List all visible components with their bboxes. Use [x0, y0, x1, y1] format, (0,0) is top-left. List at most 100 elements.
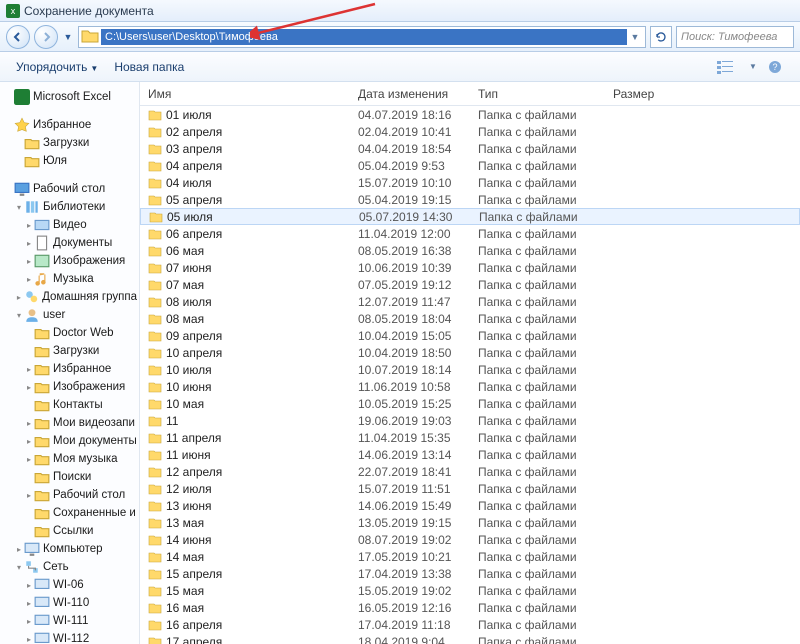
file-row[interactable]: 10 июня11.06.2019 10:58Папка с файлами: [140, 378, 800, 395]
sidebar-item-downloads2[interactable]: Загрузки: [4, 342, 137, 360]
file-row[interactable]: 16 мая16.05.2019 12:16Папка с файлами: [140, 599, 800, 616]
file-row[interactable]: 15 апреля17.04.2019 13:38Папка с файлами: [140, 565, 800, 582]
history-dropdown[interactable]: ▼: [62, 32, 74, 42]
file-row[interactable]: 14 мая17.05.2019 10:21Папка с файлами: [140, 548, 800, 565]
address-dropdown[interactable]: ▼: [627, 32, 643, 42]
column-type[interactable]: Тип: [470, 87, 605, 101]
file-type: Папка с файлами: [470, 550, 605, 564]
column-name[interactable]: Имя: [140, 87, 350, 101]
file-date: 10.05.2019 15:25: [350, 397, 470, 411]
sidebar-item-wi06[interactable]: ▸WI-06: [4, 576, 137, 594]
sidebar-item-contacts[interactable]: Контакты: [4, 396, 137, 414]
file-row[interactable]: 13 июня14.06.2019 15:49Папка с файлами: [140, 497, 800, 514]
file-row[interactable]: 10 июля10.07.2019 18:14Папка с файлами: [140, 361, 800, 378]
sidebar-item-excel[interactable]: Microsoft Excel: [4, 88, 137, 106]
file-row[interactable]: 11 июня14.06.2019 13:14Папка с файлами: [140, 446, 800, 463]
sidebar-item-saved[interactable]: Сохраненные и: [4, 504, 137, 522]
file-date: 10.04.2019 18:50: [350, 346, 470, 360]
file-name: 15 апреля: [166, 567, 222, 581]
file-row[interactable]: 08 мая08.05.2019 18:04Папка с файлами: [140, 310, 800, 327]
refresh-button[interactable]: [650, 26, 672, 48]
sidebar-item-mydocs[interactable]: ▸Мои документы: [4, 432, 137, 450]
file-date: 10.07.2019 18:14: [350, 363, 470, 377]
file-row[interactable]: 04 июля15.07.2019 10:10Папка с файлами: [140, 174, 800, 191]
sidebar-item-downloads[interactable]: Загрузки: [4, 134, 137, 152]
file-row[interactable]: 07 июня10.06.2019 10:39Папка с файлами: [140, 259, 800, 276]
new-folder-button[interactable]: Новая папка: [108, 57, 190, 77]
file-row[interactable]: 15 мая15.05.2019 19:02Папка с файлами: [140, 582, 800, 599]
column-headers[interactable]: Имя Дата изменения Тип Размер: [140, 82, 800, 106]
view-dropdown[interactable]: ▼: [742, 62, 764, 71]
file-row[interactable]: 09 апреля10.04.2019 15:05Папка с файлами: [140, 327, 800, 344]
sidebar-item-wi112[interactable]: ▸WI-112: [4, 630, 137, 644]
sidebar-item-video[interactable]: ▸Видео: [4, 216, 137, 234]
sidebar-item-mymusic[interactable]: ▸Моя музыка: [4, 450, 137, 468]
file-row[interactable]: 1119.06.2019 19:03Папка с файлами: [140, 412, 800, 429]
column-size[interactable]: Размер: [605, 87, 685, 101]
sidebar-item-myvideo[interactable]: ▸Мои видеозапи: [4, 414, 137, 432]
column-date[interactable]: Дата изменения: [350, 87, 470, 101]
file-row[interactable]: 12 апреля22.07.2019 18:41Папка с файлами: [140, 463, 800, 480]
sidebar-item-desktop[interactable]: Рабочий стол: [4, 180, 137, 198]
sidebar-item-links[interactable]: Ссылки: [4, 522, 137, 540]
sidebar-item-user[interactable]: ▾user: [4, 306, 137, 324]
sidebar-item-wi111[interactable]: ▸WI-111: [4, 612, 137, 630]
help-button[interactable]: ?: [768, 60, 790, 74]
sidebar-item-favorites[interactable]: Избранное: [4, 116, 137, 134]
file-type: Папка с файлами: [470, 618, 605, 632]
file-row[interactable]: 01 июля04.07.2019 18:16Папка с файлами: [140, 106, 800, 123]
back-button[interactable]: [6, 25, 30, 49]
file-row[interactable]: 10 мая10.05.2019 15:25Папка с файлами: [140, 395, 800, 412]
folder-icon: [148, 347, 162, 359]
file-type: Папка с файлами: [470, 261, 605, 275]
file-row[interactable]: 12 июля15.07.2019 11:51Папка с файлами: [140, 480, 800, 497]
file-row[interactable]: 05 июля05.07.2019 14:30Папка с файлами: [140, 208, 800, 225]
file-row[interactable]: 05 апреля05.04.2019 19:15Папка с файлами: [140, 191, 800, 208]
sidebar-item-documents[interactable]: ▸Документы: [4, 234, 137, 252]
file-list[interactable]: 01 июля04.07.2019 18:16Папка с файлами 02…: [140, 106, 800, 644]
file-row[interactable]: 06 мая08.05.2019 16:38Папка с файлами: [140, 242, 800, 259]
forward-button[interactable]: [34, 25, 58, 49]
file-row[interactable]: 08 июля12.07.2019 11:47Папка с файлами: [140, 293, 800, 310]
sidebar-item-network[interactable]: ▾Сеть: [4, 558, 137, 576]
file-row[interactable]: 10 апреля10.04.2019 18:50Папка с файлами: [140, 344, 800, 361]
sidebar-item-music[interactable]: ▸Музыка: [4, 270, 137, 288]
search-input[interactable]: Поиск: Тимофеева: [676, 26, 794, 48]
sidebar-item-homegroup[interactable]: ▸Домашняя группа: [4, 288, 137, 306]
organize-button[interactable]: Упорядочить▼: [10, 57, 104, 77]
sidebar-item-wi110[interactable]: ▸WI-110: [4, 594, 137, 612]
sidebar-item-desktop2[interactable]: ▸Рабочий стол: [4, 486, 137, 504]
file-date: 11.04.2019 12:00: [350, 227, 470, 241]
sidebar-item-yulia[interactable]: Юля: [4, 152, 137, 170]
file-row[interactable]: 17 апреля18.04.2019 9:04Папка с файлами: [140, 633, 800, 644]
file-row[interactable]: 14 июня08.07.2019 19:02Папка с файлами: [140, 531, 800, 548]
sidebar-item-pictures2[interactable]: ▸Изображения: [4, 378, 137, 396]
file-row[interactable]: 13 мая13.05.2019 19:15Папка с файлами: [140, 514, 800, 531]
file-date: 13.05.2019 19:15: [350, 516, 470, 530]
sidebar-tree[interactable]: Microsoft Excel Избранное Загрузки Юля Р…: [0, 82, 140, 644]
view-mode-button[interactable]: [716, 60, 738, 74]
address-path[interactable]: C:\Users\user\Desktop\Тимофеева: [101, 29, 627, 45]
sidebar-item-favorites2[interactable]: ▸Избранное: [4, 360, 137, 378]
file-row[interactable]: 04 апреля05.04.2019 9:53Папка с файлами: [140, 157, 800, 174]
file-name: 02 апреля: [166, 125, 222, 139]
sidebar-item-doctorweb[interactable]: Doctor Web: [4, 324, 137, 342]
sidebar-item-searches[interactable]: Поиски: [4, 468, 137, 486]
file-row[interactable]: 11 апреля11.04.2019 15:35Папка с файлами: [140, 429, 800, 446]
sidebar-item-computer[interactable]: ▸Компьютер: [4, 540, 137, 558]
file-date: 04.07.2019 18:16: [350, 108, 470, 122]
file-row[interactable]: 02 апреля02.04.2019 10:41Папка с файлами: [140, 123, 800, 140]
file-row[interactable]: 16 апреля17.04.2019 11:18Папка с файлами: [140, 616, 800, 633]
sidebar-item-libraries[interactable]: ▾Библиотеки: [4, 198, 137, 216]
file-date: 02.04.2019 10:41: [350, 125, 470, 139]
file-row[interactable]: 03 апреля04.04.2019 18:54Папка с файлами: [140, 140, 800, 157]
sidebar-item-pictures[interactable]: ▸Изображения: [4, 252, 137, 270]
window-title: Сохранение документа: [24, 4, 154, 18]
file-row[interactable]: 06 апреля11.04.2019 12:00Папка с файлами: [140, 225, 800, 242]
address-bar[interactable]: C:\Users\user\Desktop\Тимофеева ▼: [78, 26, 646, 48]
folder-icon: [148, 415, 162, 427]
file-name: 14 мая: [166, 550, 204, 564]
file-date: 07.05.2019 19:12: [350, 278, 470, 292]
file-row[interactable]: 07 мая07.05.2019 19:12Папка с файлами: [140, 276, 800, 293]
file-name: 16 апреля: [166, 618, 222, 632]
